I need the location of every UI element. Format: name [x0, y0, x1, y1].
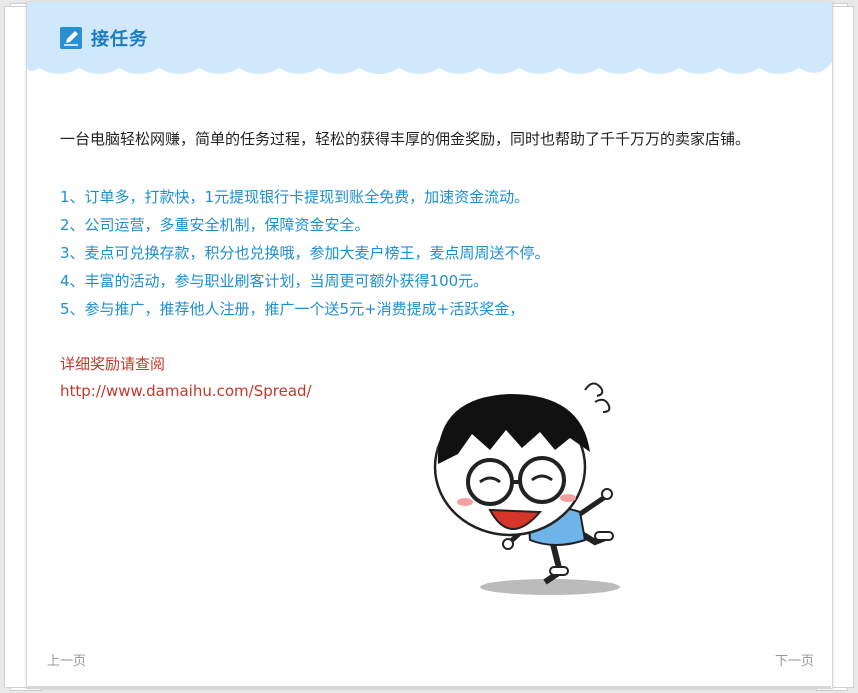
page-bottom-edge [26, 686, 831, 689]
next-page-button[interactable]: 下一页 [775, 650, 814, 669]
detail-section: 详细奖励请查阅 http://www.damaihu.com/Spread/ [60, 351, 312, 405]
detail-label: 详细奖励请查阅 [60, 355, 166, 373]
cartoon-boy-mascot [433, 382, 620, 595]
pencil-icon [60, 27, 82, 49]
benefit-item: 1、订单多，打款快，1元提现银行卡提现到账全免费，加速资金流动。 [60, 188, 530, 206]
prev-page-button[interactable]: 上一页 [47, 650, 86, 669]
benefits-list: 1、订单多，打款快，1元提现银行卡提现到账全免费，加速资金流动。 2、公司运营，… [60, 183, 550, 323]
benefit-item: 5、参与推广，推荐他人注册，推广一个送5元+消费提成+活跃奖金， [60, 300, 525, 318]
intro-text: 一台电脑轻松网赚，简单的任务过程，轻松的获得丰厚的佣金奖励，同时也帮助了千千万万… [60, 130, 751, 148]
page-header: 接任务 [27, 2, 832, 82]
page-title: 接任务 [91, 29, 148, 50]
benefit-item: 4、丰富的活动，参与职业刷客计划，当周更可额外获得100元。 [60, 272, 489, 290]
benefit-item: 2、公司运营，多重安全机制，保障资金安全。 [60, 216, 370, 234]
spread-link[interactable]: http://www.damaihu.com/Spread/ [60, 378, 312, 405]
benefit-item: 3、麦点可兑换存款，积分也兑换哦，参加大麦户榜王，麦点周周送不停。 [60, 244, 550, 262]
book-page: 接任务 一台电脑轻松网赚，简单的任务过程，轻松的获得丰厚的佣金奖励，同时也帮助了… [26, 2, 833, 689]
